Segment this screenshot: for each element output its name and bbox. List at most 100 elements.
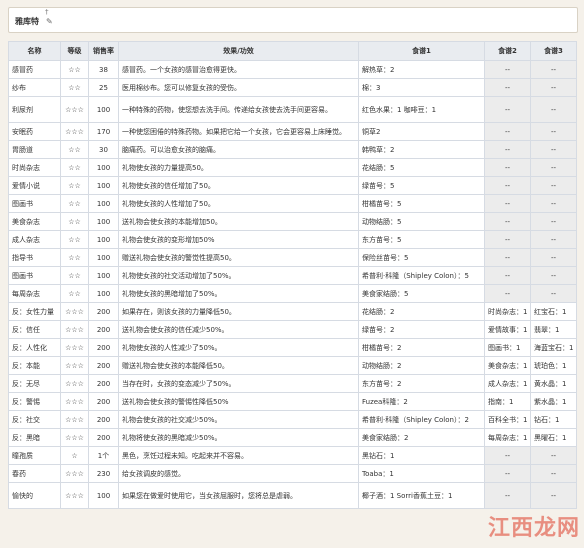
- recipe3-cell: 黑曜石：1: [530, 428, 577, 447]
- recipe2-cell: 百科全书：1: [484, 410, 531, 429]
- item-name-cell: 指导书: [8, 248, 61, 267]
- recipe1-cell: 花结肠：2: [358, 302, 485, 321]
- table-row: 成人杂志 ☆☆ 100 礼物会使女孩的变形增加50% 东方苗号：5 -- --: [8, 230, 577, 249]
- effect-cell: 礼物会使女孩的变形增加50%: [118, 230, 359, 249]
- grade-cell: ☆☆☆: [60, 320, 89, 339]
- grade-cell: ☆: [60, 446, 89, 465]
- recipe3-cell: --: [530, 248, 577, 267]
- grade-cell: ☆☆: [60, 78, 89, 97]
- sales-rate-cell: 200: [88, 392, 119, 411]
- grade-cell: ☆☆☆: [60, 96, 89, 123]
- recipe1-cell: 柑橘苗号：5: [358, 194, 485, 213]
- recipe3-cell: 琥珀色：1: [530, 356, 577, 375]
- effect-cell: 礼物使女孩的人性减少了50%。: [118, 338, 359, 357]
- item-name-cell: 反：警惕: [8, 392, 61, 411]
- recipe3-cell: --: [530, 464, 577, 483]
- table-header-row: 名称 等级 销售率 效果/功效 食谱1 食谱2 食谱3: [8, 41, 577, 61]
- recipe3-cell: --: [530, 230, 577, 249]
- sales-rate-cell: 100: [88, 266, 119, 285]
- recipe1-cell: 绿苗号：2: [358, 320, 485, 339]
- item-name-cell: 爱情小说: [8, 176, 61, 195]
- effect-cell: 一种特殊的药物，使您想去洗手间。传递给女孩使去洗手间更容易。: [118, 96, 359, 123]
- item-name-cell: 反：无尽: [8, 374, 61, 393]
- recipe2-cell: --: [484, 482, 531, 509]
- table-row: 春药 ☆☆☆ 230 给女孩调皮的感觉。 Toaba：1 -- --: [8, 464, 577, 483]
- recipe-table: 名称 等级 销售率 效果/功效 食谱1 食谱2 食谱3 感冒药 ☆☆ 38 感冒药。一…: [8, 41, 577, 509]
- recipe3-cell: 钻石：1: [530, 410, 577, 429]
- recipe3-cell: --: [530, 122, 577, 141]
- recipe2-cell: --: [484, 78, 531, 97]
- sales-rate-cell: 25: [88, 78, 119, 97]
- item-name-cell: 胃肠道: [8, 140, 61, 159]
- item-name-cell: 纱布: [8, 78, 61, 97]
- item-name-cell: 利尿剂: [8, 96, 61, 123]
- recipe2-cell: 美食杂志：1: [484, 356, 531, 375]
- table-row: 感冒药 ☆☆ 38 感冒药。一个女孩的感冒治愈得更快。 解热草：2 -- --: [8, 60, 577, 79]
- recipe1-cell: 绿苗号：5: [358, 176, 485, 195]
- item-name-cell: 瞳孢质: [8, 446, 61, 465]
- recipe1-cell: 东方苗号：2: [358, 374, 485, 393]
- recipe3-cell: 红宝石：1: [530, 302, 577, 321]
- effect-cell: 一种使您困倦的特殊药物。如果把它给一个女孩，它会更容易上床睡觉。: [118, 122, 359, 141]
- grade-cell: ☆☆☆: [60, 392, 89, 411]
- table-row: 反：信任 ☆☆☆ 200 送礼物会使女孩的信任减少50%。 绿苗号：2 爱情故事：1 翡翠：…: [8, 320, 577, 339]
- recipe1-cell: 动物结肠：2: [358, 356, 485, 375]
- item-name-cell: 反：本能: [8, 356, 61, 375]
- table-row: 反：人性化 ☆☆☆ 200 礼物使女孩的人性减少了50%。 柑橘苗号：2 图画书：1 海蓝宝…: [8, 338, 577, 357]
- effect-cell: 送礼物会使女孩的警惕性降低50%: [118, 392, 359, 411]
- recipe2-cell: --: [484, 194, 531, 213]
- sales-rate-cell: 200: [88, 302, 119, 321]
- item-name-cell: 反：人性化: [8, 338, 61, 357]
- item-name-cell: 安眠药: [8, 122, 61, 141]
- effect-cell: 礼物将使女孩的黑暗减少50%。: [118, 428, 359, 447]
- sales-rate-cell: 200: [88, 320, 119, 339]
- effect-cell: 脑痛药。可以治愈女孩的脑痛。: [118, 140, 359, 159]
- recipe1-cell: 保险丝苗号：5: [358, 248, 485, 267]
- effect-cell: 礼物使女孩的黑暗增加了50%。: [118, 284, 359, 303]
- sales-rate-cell: 100: [88, 194, 119, 213]
- effect-cell: 礼物使女孩的信任增加了50。: [118, 176, 359, 195]
- recipe2-cell: --: [484, 60, 531, 79]
- recipe3-cell: --: [530, 482, 577, 509]
- table-row: 图画书 ☆☆ 100 礼物使女孩的社交活动增加了50%。 希普利·科隆（Shipley …: [8, 266, 577, 285]
- effect-cell: 礼物会使女孩的社交减少50%。: [118, 410, 359, 429]
- recipe1-cell: 东方苗号：5: [358, 230, 485, 249]
- effect-cell: 感冒药。一个女孩的感冒治愈得更快。: [118, 60, 359, 79]
- recipe1-cell: 动物结肠：5: [358, 212, 485, 231]
- recipe1-cell: Fuzea科隆：2: [358, 392, 485, 411]
- grade-cell: ☆☆: [60, 284, 89, 303]
- table-row: 愉快的 ☆☆☆ 100 如果您在做爱时使用它，当女孩屈服时，您将总是虐弱。 椰子酒：1 …: [8, 482, 577, 509]
- recipe2-cell: --: [484, 230, 531, 249]
- edit-pencil-icon[interactable]: ✎: [46, 17, 53, 26]
- recipe1-cell: 柑橘苗号：2: [358, 338, 485, 357]
- recipe3-cell: --: [530, 140, 577, 159]
- recipe3-cell: --: [530, 96, 577, 123]
- column-header: 名称: [8, 41, 61, 61]
- grade-cell: ☆☆: [60, 266, 89, 285]
- grade-cell: ☆☆☆: [60, 122, 89, 141]
- grade-cell: ☆☆: [60, 212, 89, 231]
- effect-cell: 赠送礼物会使女孩的警觉性提高50。: [118, 248, 359, 267]
- item-name-cell: 图画书: [8, 266, 61, 285]
- effect-cell: 黑色，烹饪过程未知。吃起来并不容易。: [118, 446, 359, 465]
- recipe1-cell: 红色水果：1 咖啡豆：1: [358, 96, 485, 123]
- recipe2-cell: 爱情故事：1: [484, 320, 531, 339]
- recipe1-cell: 椰子酒：1 Sorri香蕉土豆：1: [358, 482, 485, 509]
- sales-rate-cell: 200: [88, 410, 119, 429]
- page-title: 雅库特: [15, 17, 39, 26]
- grade-cell: ☆☆☆: [60, 464, 89, 483]
- grade-cell: ☆☆: [60, 176, 89, 195]
- effect-cell: 送礼物会使女孩的信任减少50%。: [118, 320, 359, 339]
- recipe2-cell: --: [484, 158, 531, 177]
- table-row: 图画书 ☆☆ 100 礼物使女孩的人性增加了50。 柑橘苗号：5 -- --: [8, 194, 577, 213]
- effect-cell: 如果存在，则该女孩的力量降低50。: [118, 302, 359, 321]
- effect-cell: 礼物使女孩的社交活动增加了50%。: [118, 266, 359, 285]
- table-row: 纱布 ☆☆ 25 医用棉纱布。您可以修复女孩的受伤。 棉：3 -- --: [8, 78, 577, 97]
- item-name-cell: 美食杂志: [8, 212, 61, 231]
- effect-cell: 礼物使女孩的人性增加了50。: [118, 194, 359, 213]
- recipe1-cell: 美食家结肠：5: [358, 284, 485, 303]
- recipe3-cell: 翡翠：1: [530, 320, 577, 339]
- effect-cell: 如果您在做爱时使用它，当女孩屈服时，您将总是虐弱。: [118, 482, 359, 509]
- recipe2-cell: 成人杂志：1: [484, 374, 531, 393]
- recipe2-cell: --: [484, 464, 531, 483]
